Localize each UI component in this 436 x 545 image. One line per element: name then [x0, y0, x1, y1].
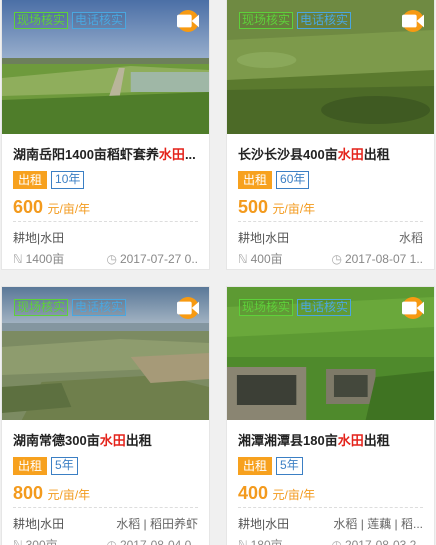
site-verified-tag: 现场核实 [14, 299, 69, 316]
listing-type-badge: 出租 [238, 457, 273, 475]
listing-photo[interactable]: 现场核实 电话核实 [2, 287, 209, 420]
price: 600 元/亩/年 [13, 195, 198, 222]
area-value: 180亩 [250, 538, 283, 545]
listing-card[interactable]: 现场核实 电话核实 湖南常德300亩水田出租 出租 5年 800 元/亩/年 耕… [1, 286, 210, 545]
video-icon[interactable] [177, 10, 199, 32]
listing-photo[interactable]: 现场核实 电话核实 [2, 0, 209, 134]
area-icon: ℕ [238, 252, 248, 266]
post-date: 2017-08-07 1.. [344, 252, 423, 266]
post-date: 2017-07-27 0.. [119, 252, 198, 266]
video-icon[interactable] [402, 297, 424, 319]
lease-years-badge: 60年 [276, 171, 310, 189]
phone-verified-tag: 电话核实 [297, 299, 352, 316]
listing-photo[interactable]: 现场核实 电话核实 [227, 287, 434, 420]
listing-title[interactable]: 湖南岳阳1400亩稻虾套养水田... [13, 146, 198, 164]
listing-photo[interactable]: 现场核实 电话核实 [227, 0, 434, 134]
area-value: 1400亩 [25, 252, 65, 266]
video-icon[interactable] [177, 297, 199, 319]
phone-verified-tag: 电话核实 [297, 12, 352, 29]
phone-verified-tag: 电话核实 [72, 299, 127, 316]
site-verified-tag: 现场核实 [239, 12, 294, 29]
land-type: 耕地|水田 [13, 517, 65, 531]
clock-icon: ◷ [106, 252, 117, 266]
crops: 水稻 | 稻田养虾 [116, 517, 198, 531]
listing-card[interactable]: 现场核实 电话核实 湘潭湘潭县180亩水田出租 出租 5年 400 元/亩/年 … [226, 286, 435, 545]
listing-grid: 现场核实 电话核实 湖南岳阳1400亩稻虾套养水田... 出租 10年 600 … [0, 0, 436, 545]
listing-card[interactable]: 现场核实 电话核实 湖南岳阳1400亩稻虾套养水田... 出租 10年 600 … [1, 0, 210, 270]
area-icon: ℕ [13, 538, 23, 545]
lease-years-badge: 5年 [276, 457, 303, 475]
clock-icon: ◷ [331, 538, 342, 545]
listing-title[interactable]: 湘潭湘潭县180亩水田出租 [238, 432, 423, 450]
phone-verified-tag: 电话核实 [72, 12, 127, 29]
listing-type-badge: 出租 [238, 171, 273, 189]
price: 800 元/亩/年 [13, 481, 198, 508]
listing-card[interactable]: 现场核实 电话核实 长沙长沙县400亩水田出租 出租 60年 500 元/亩/年… [226, 0, 435, 270]
clock-icon: ◷ [106, 538, 117, 545]
area-value: 300亩 [25, 538, 58, 545]
crops: 水稻 [398, 231, 423, 245]
video-icon[interactable] [402, 10, 424, 32]
lease-years-badge: 5年 [51, 457, 78, 475]
post-date: 2017-08-03 2.. [344, 538, 423, 545]
listing-type-badge: 出租 [13, 457, 48, 475]
lease-years-badge: 10年 [51, 171, 85, 189]
crops: 水稻 | 莲藕 | 稻... [333, 517, 423, 531]
site-verified-tag: 现场核实 [239, 299, 294, 316]
price: 400 元/亩/年 [238, 481, 423, 508]
land-type: 耕地|水田 [238, 231, 290, 245]
listing-title[interactable]: 长沙长沙县400亩水田出租 [238, 146, 423, 164]
listing-title[interactable]: 湖南常德300亩水田出租 [13, 432, 198, 450]
area-icon: ℕ [13, 252, 23, 266]
land-type: 耕地|水田 [238, 517, 290, 531]
post-date: 2017-08-04 0.. [119, 538, 198, 545]
area-icon: ℕ [238, 538, 248, 545]
price: 500 元/亩/年 [238, 195, 423, 222]
listing-type-badge: 出租 [13, 171, 48, 189]
clock-icon: ◷ [331, 252, 342, 266]
area-value: 400亩 [250, 252, 283, 266]
site-verified-tag: 现场核实 [14, 12, 69, 29]
land-type: 耕地|水田 [13, 231, 65, 245]
